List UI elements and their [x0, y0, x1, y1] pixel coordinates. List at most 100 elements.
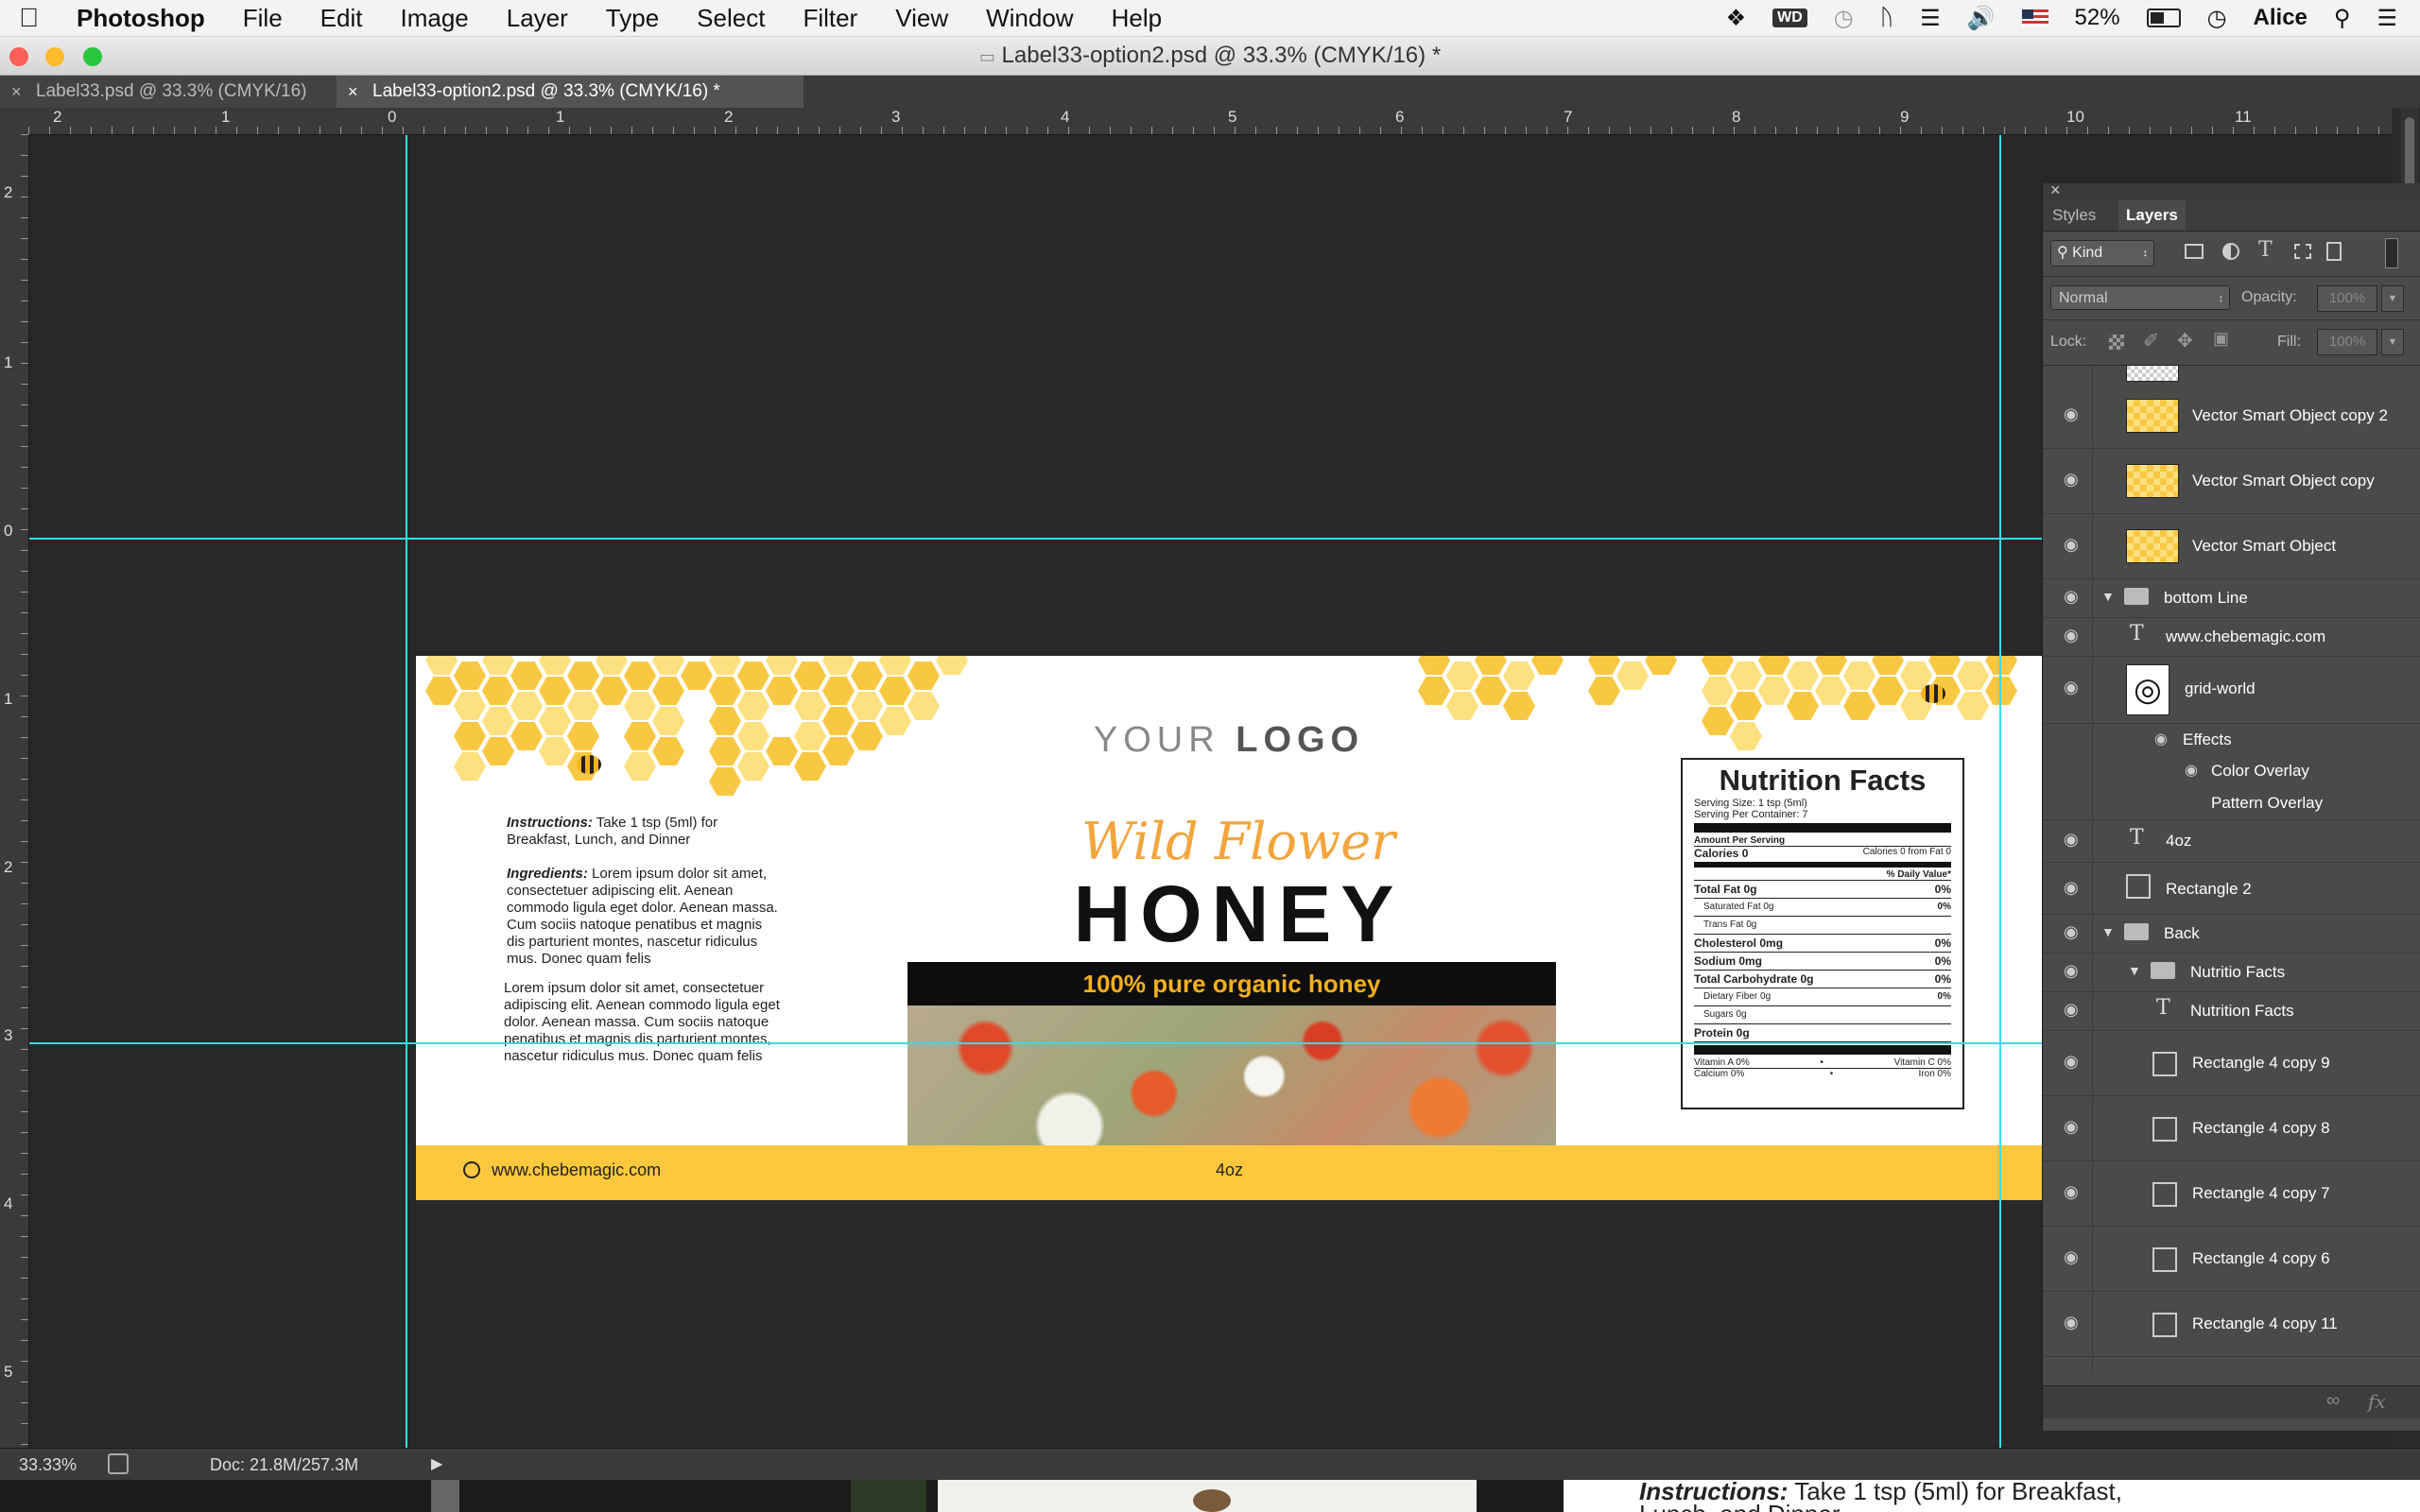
bluetooth-icon[interactable]: ᚢ — [1880, 5, 1893, 31]
close-window-button[interactable] — [9, 47, 28, 66]
layer-row[interactable]: ◉ Vector Smart Object copy 2 — [2043, 384, 2420, 449]
layer-row[interactable]: ◉ Rectangle 4 copy 11 — [2043, 1292, 2420, 1357]
horizontal-ruler[interactable]: 2 1 0 1 2 3 4 5 6 7 8 9 10 11 — [28, 108, 2392, 135]
visibility-eye-icon[interactable]: ◉ — [2064, 1052, 2079, 1072]
lock-position-icon[interactable]: ✥ — [2177, 329, 2193, 352]
disclosure-triangle-icon[interactable]: ▼ — [2101, 924, 2115, 939]
user-name[interactable]: Alice — [2254, 5, 2308, 31]
visibility-eye-icon[interactable]: ◉ — [2064, 878, 2079, 898]
effects-row[interactable]: ◉ Effects — [2043, 724, 2420, 755]
notification-center-icon[interactable]: ☰ — [2377, 5, 2397, 32]
menu-select[interactable]: Select — [678, 4, 784, 33]
menu-image[interactable]: Image — [381, 4, 487, 33]
time-machine-icon[interactable]: ◷ — [1834, 5, 1854, 32]
visibility-eye-icon[interactable]: ◉ — [2064, 626, 2079, 645]
visibility-eye-icon[interactable]: ◉ — [2064, 470, 2079, 490]
layer-row[interactable]: ◉ Rectangle 4 copy 7 — [2043, 1161, 2420, 1227]
visibility-eye-icon[interactable]: ◉ — [2064, 1117, 2079, 1137]
honey-label-artboard[interactable]: YOUR LOGO Wild Flower HONEY 100% pure or… — [416, 656, 2053, 1200]
fill-field[interactable]: 100% — [2317, 329, 2377, 355]
visibility-eye-icon[interactable]: ◉ — [2064, 1182, 2079, 1202]
dropbox-icon[interactable]: ❖ — [1726, 5, 1747, 32]
opacity-field[interactable]: 100% — [2317, 285, 2377, 312]
visibility-eye-icon[interactable]: ◉ — [2064, 1000, 2079, 1020]
opacity-dropdown-icon[interactable]: ▼ — [2381, 285, 2404, 312]
lock-paint-icon[interactable]: ✐ — [2143, 329, 2159, 352]
type-filter-icon[interactable]: T — [2258, 238, 2273, 262]
status-menu-arrow-icon[interactable]: ▶ — [431, 1454, 442, 1473]
visibility-eye-icon[interactable]: ◉ — [2064, 404, 2079, 424]
tab-layers[interactable]: Layers — [2118, 200, 2186, 231]
layer-row[interactable]: ◉ T Nutrition Facts — [2043, 992, 2420, 1031]
visibility-eye-icon[interactable]: ◉ — [2064, 535, 2079, 555]
ruler-corner[interactable] — [0, 108, 28, 134]
spotlight-icon[interactable]: ⚲ — [2334, 5, 2351, 32]
menu-view[interactable]: View — [876, 4, 967, 33]
blend-mode-select[interactable]: Normal ↕ — [2050, 285, 2230, 310]
zoom-level[interactable]: 33.33% — [19, 1455, 77, 1475]
minimize-window-button[interactable] — [45, 47, 64, 66]
close-tab-icon[interactable]: × — [348, 76, 358, 108]
link-layers-icon[interactable]: ∞ — [2326, 1390, 2340, 1412]
layer-group-row[interactable]: ◉ ▼ Back — [2043, 915, 2420, 954]
lock-transparency-icon[interactable] — [2109, 335, 2124, 350]
visibility-eye-icon[interactable]: ◉ — [2064, 678, 2079, 697]
layer-row[interactable]: ◉ ◎ grid-world — [2043, 657, 2420, 724]
smart-object-filter-icon[interactable] — [2326, 242, 2342, 261]
layer-row[interactable]: ◉ Vector Smart Object — [2043, 514, 2420, 579]
visibility-eye-icon[interactable]: ◉ — [2064, 587, 2079, 607]
layer-row[interactable]: ◉ Rectangle 4 copy 6 — [2043, 1227, 2420, 1292]
tab-label33[interactable]: × Label33.psd @ 33.3% (CMYK/16) — [0, 76, 345, 108]
kind-filter-select[interactable]: ⚲ Kind ↕ — [2050, 240, 2154, 266]
document-canvas[interactable]: YOUR LOGO Wild Flower HONEY 100% pure or… — [29, 135, 2393, 1449]
clock-icon[interactable]: ◷ — [2207, 5, 2227, 32]
adjustment-filter-icon[interactable] — [2222, 243, 2239, 260]
effect-row[interactable]: ◉ Color Overlay — [2043, 755, 2420, 787]
disclosure-triangle-icon[interactable]: ▼ — [2101, 589, 2115, 604]
wd-icon[interactable]: WD — [1772, 9, 1807, 27]
menu-filter[interactable]: Filter — [784, 4, 876, 33]
pixel-filter-icon[interactable] — [2185, 244, 2204, 259]
layer-row[interactable]: ◉ Rectangle 2 — [2043, 863, 2420, 915]
wifi-icon[interactable]: ☰ — [1920, 5, 1941, 32]
layer-group-row[interactable]: ◉ ▼ Nutritio Facts — [2043, 954, 2420, 992]
guide-vertical[interactable] — [1999, 135, 2001, 1449]
visibility-eye-icon[interactable]: ◉ — [2154, 730, 2168, 748]
app-menu[interactable]: Photoshop — [58, 4, 224, 33]
tab-styles[interactable]: Styles — [2052, 206, 2096, 225]
fill-dropdown-icon[interactable]: ▼ — [2381, 329, 2404, 355]
fx-icon[interactable]: fx — [2368, 1390, 2386, 1413]
close-tab-icon[interactable]: × — [11, 76, 22, 108]
apple-icon[interactable]:  — [0, 3, 58, 33]
visibility-eye-icon[interactable]: ◉ — [2064, 1247, 2079, 1267]
disclosure-triangle-icon[interactable]: ▼ — [2128, 963, 2141, 978]
filter-toggle[interactable] — [2385, 238, 2398, 268]
shape-filter-icon[interactable] — [2294, 244, 2311, 259]
visibility-eye-icon[interactable]: ◉ — [2064, 830, 2079, 850]
visibility-eye-icon[interactable]: ◉ — [2064, 922, 2079, 942]
export-icon[interactable] — [108, 1453, 129, 1474]
lock-all-icon[interactable]: ▣ — [2213, 329, 2229, 349]
doc-size[interactable]: Doc: 21.8M/257.3M — [210, 1455, 358, 1475]
vertical-ruler[interactable]: 2 1 0 1 2 3 4 5 — [0, 134, 29, 1448]
menu-edit[interactable]: Edit — [302, 4, 382, 33]
layer-row[interactable]: ◉ T 4oz — [2043, 820, 2420, 863]
flag-icon[interactable] — [2021, 9, 2048, 26]
layer-row[interactable]: ◉ T www.chebemagic.com — [2043, 618, 2420, 657]
zoom-window-button[interactable] — [83, 47, 102, 66]
close-panel-icon[interactable]: × — [2050, 180, 2061, 200]
layer-row[interactable]: ◉ Vector Smart Object copy — [2043, 449, 2420, 514]
menu-help[interactable]: Help — [1093, 4, 1181, 33]
guide-vertical[interactable] — [406, 135, 407, 1449]
guide-horizontal[interactable] — [29, 1042, 2043, 1044]
layer-row[interactable]: ◉ Rectangle 4 copy 8 — [2043, 1096, 2420, 1161]
visibility-eye-icon[interactable]: ◉ — [2185, 761, 2198, 780]
layer-group-row[interactable]: ◉ ▼ bottom Line — [2043, 579, 2420, 618]
menu-window[interactable]: Window — [967, 4, 1092, 33]
layer-row[interactable]: ◉ Rectangle 4 copy 9 — [2043, 1031, 2420, 1096]
volume-icon[interactable]: 🔊 — [1967, 5, 1996, 32]
menu-file[interactable]: File — [224, 4, 302, 33]
menu-type[interactable]: Type — [587, 4, 678, 33]
visibility-eye-icon[interactable]: ◉ — [2064, 1313, 2079, 1332]
guide-horizontal[interactable] — [29, 538, 2043, 540]
